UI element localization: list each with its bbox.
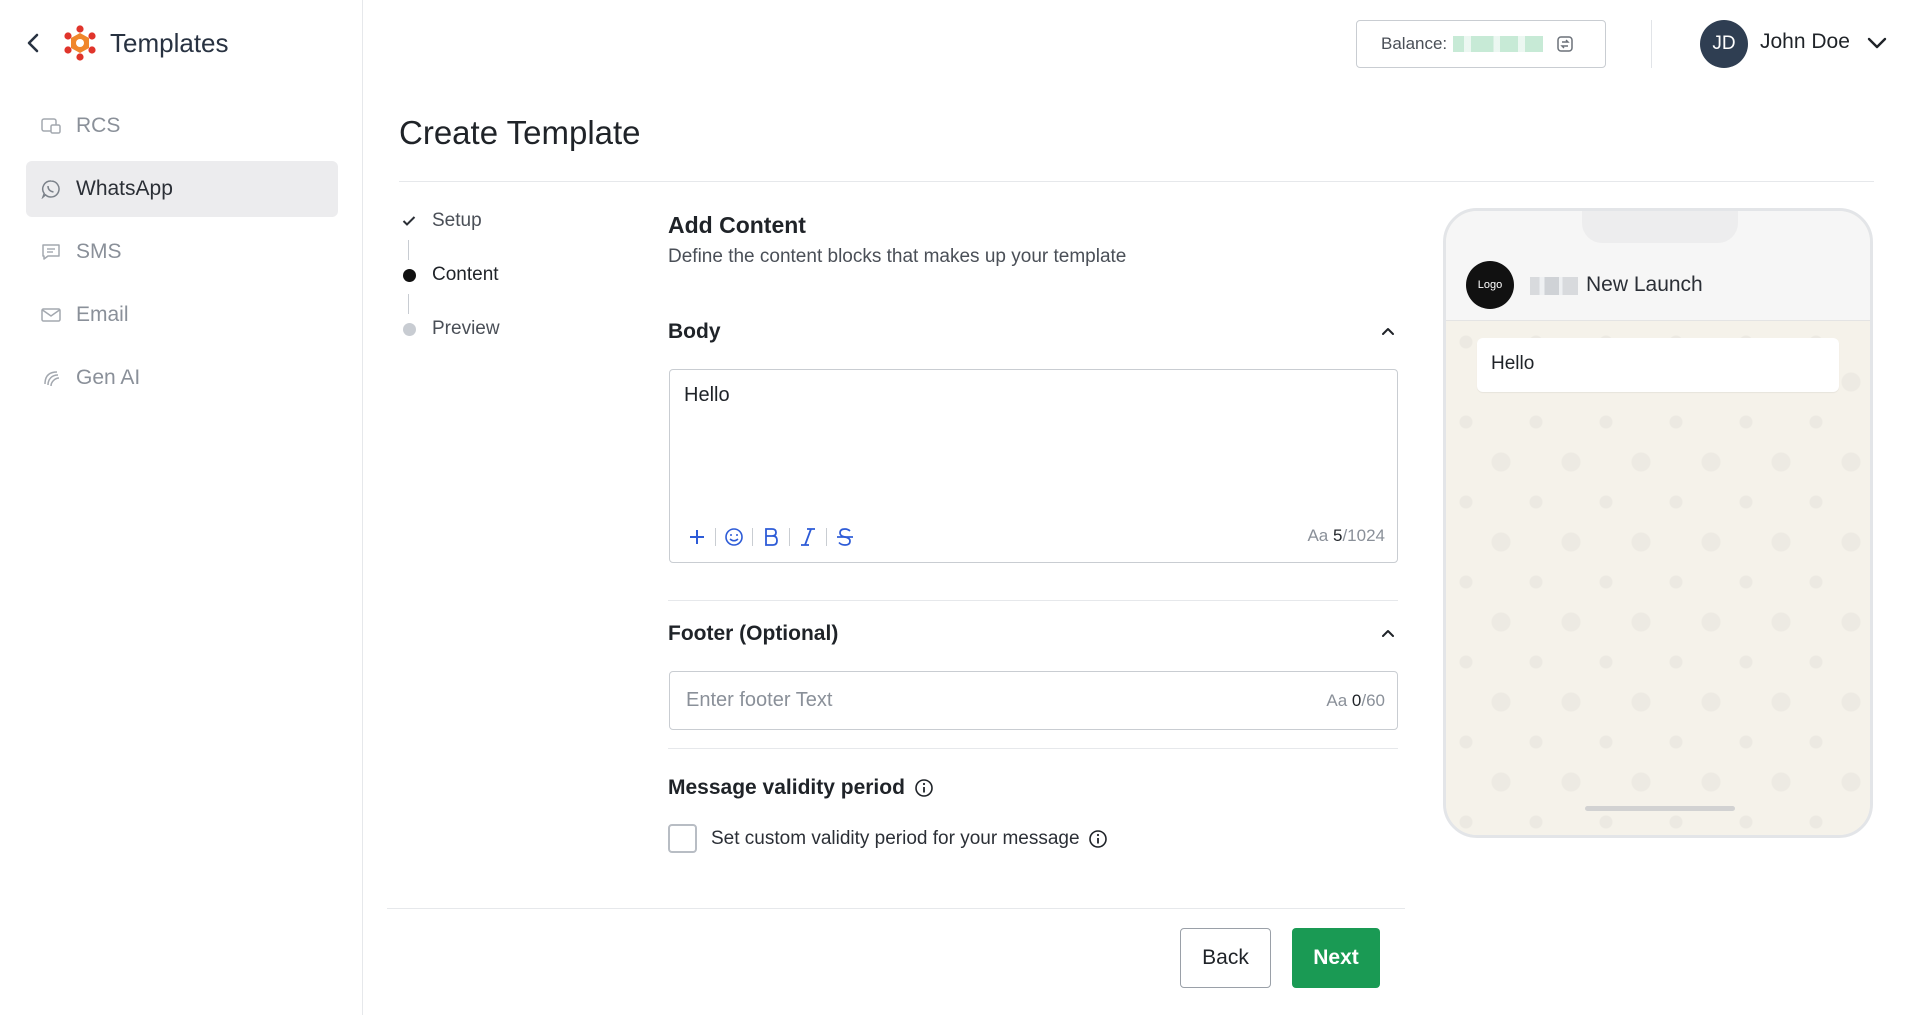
step-label: Preview: [432, 318, 500, 339]
footer-char-counter: Aa 0/60: [1326, 691, 1385, 710]
phone-notch: [1582, 211, 1738, 243]
refresh-icon[interactable]: [1555, 34, 1575, 54]
sidebar-item-label: SMS: [76, 240, 122, 263]
next-button[interactable]: Next: [1292, 928, 1380, 988]
body-char-counter: Aa 5/1024: [1307, 526, 1385, 545]
current-step-dot: [400, 266, 418, 284]
balance-value-redacted: [1453, 36, 1544, 52]
validity-checkbox-label[interactable]: Set custom validity period for your mess…: [711, 828, 1080, 850]
back-arrow-button[interactable]: [22, 28, 44, 58]
italic-icon[interactable]: [795, 524, 821, 550]
header-divider: [1651, 20, 1652, 68]
upcoming-step-dot: [400, 320, 418, 338]
sidebar-item-gen-ai[interactable]: Gen AI: [26, 350, 338, 406]
sidebar-item-email[interactable]: Email: [26, 287, 338, 343]
plus-icon[interactable]: [684, 524, 710, 550]
footer-section-title: Footer (Optional): [668, 622, 839, 645]
footer-input[interactable]: [686, 689, 1246, 712]
back-button[interactable]: Back: [1180, 928, 1271, 988]
sidebar-item-whatsapp[interactable]: WhatsApp: [26, 161, 338, 217]
bold-icon[interactable]: [758, 524, 784, 550]
body-editor[interactable]: Hello Aa 5/1024: [669, 369, 1398, 563]
user-name[interactable]: John Doe: [1760, 30, 1850, 54]
phone-preview: Logo New Launch Hello: [1443, 208, 1873, 838]
emoji-icon[interactable]: [721, 524, 747, 550]
whatsapp-icon: [40, 178, 62, 200]
strikethrough-icon[interactable]: [832, 524, 858, 550]
email-icon: [40, 304, 62, 326]
body-section-title: Body: [668, 320, 721, 343]
brand-logo-icon: [64, 25, 96, 61]
validity-section-title: Message validity period: [668, 776, 934, 800]
info-icon[interactable]: [914, 778, 934, 798]
avatar[interactable]: JD: [1700, 20, 1748, 68]
step-connector: [408, 294, 409, 314]
formatting-toolbar: [684, 524, 858, 550]
validity-checkbox-row: Set custom validity period for your mess…: [668, 824, 1108, 853]
actions-divider: [387, 908, 1405, 909]
business-logo: Logo: [1466, 261, 1514, 309]
toolbar-divider: [826, 528, 827, 546]
sidebar-item-label: WhatsApp: [76, 177, 173, 200]
chevron-down-icon[interactable]: [1866, 32, 1888, 54]
business-name: New Launch: [1586, 273, 1703, 296]
message-bubble: Hello: [1477, 338, 1839, 392]
balance-box: Balance:: [1356, 20, 1606, 68]
sidebar-item-rcs[interactable]: RCS: [26, 98, 338, 154]
chevron-up-icon[interactable]: [1378, 321, 1398, 341]
sidebar: Templates RCS WhatsApp SMS Email Gen AI: [0, 0, 363, 1015]
gen-ai-icon: [40, 367, 62, 389]
chevron-left-icon: [27, 33, 39, 53]
step-setup[interactable]: Setup: [400, 210, 482, 232]
validity-checkbox[interactable]: [668, 824, 697, 853]
title-divider: [399, 181, 1874, 182]
check-icon: [400, 212, 418, 230]
business-name-redacted: [1530, 277, 1578, 295]
chat-header: Logo New Launch: [1446, 211, 1870, 321]
chat-background: [1446, 322, 1870, 835]
message-text: Hello: [1491, 353, 1535, 374]
add-content-subtitle: Define the content blocks that makes up …: [668, 246, 1127, 267]
rcs-icon: [40, 115, 62, 137]
app-title: Templates: [110, 27, 229, 58]
sidebar-item-label: Gen AI: [76, 366, 141, 389]
sidebar-item-label: RCS: [76, 114, 121, 137]
home-indicator: [1585, 806, 1735, 811]
brand-header: Templates: [22, 22, 229, 64]
body-text[interactable]: Hello: [684, 384, 730, 407]
step-content[interactable]: Content: [400, 264, 499, 286]
chevron-up-icon[interactable]: [1378, 623, 1398, 643]
section-divider: [668, 748, 1398, 749]
footer-field: Aa 0/60: [669, 671, 1398, 730]
step-label: Content: [432, 264, 499, 285]
section-divider: [668, 600, 1398, 601]
sms-icon: [40, 241, 62, 263]
toolbar-divider: [752, 528, 753, 546]
step-label: Setup: [432, 210, 482, 231]
balance-label: Balance:: [1381, 34, 1448, 53]
step-preview[interactable]: Preview: [400, 318, 500, 340]
step-connector: [408, 240, 409, 260]
sidebar-item-label: Email: [76, 303, 129, 326]
page-title: Create Template: [399, 114, 641, 151]
toolbar-divider: [789, 528, 790, 546]
sidebar-nav: RCS WhatsApp SMS Email Gen AI: [26, 98, 338, 413]
toolbar-divider: [715, 528, 716, 546]
info-icon[interactable]: [1088, 829, 1108, 849]
sidebar-item-sms[interactable]: SMS: [26, 224, 338, 280]
add-content-title: Add Content: [668, 212, 806, 238]
